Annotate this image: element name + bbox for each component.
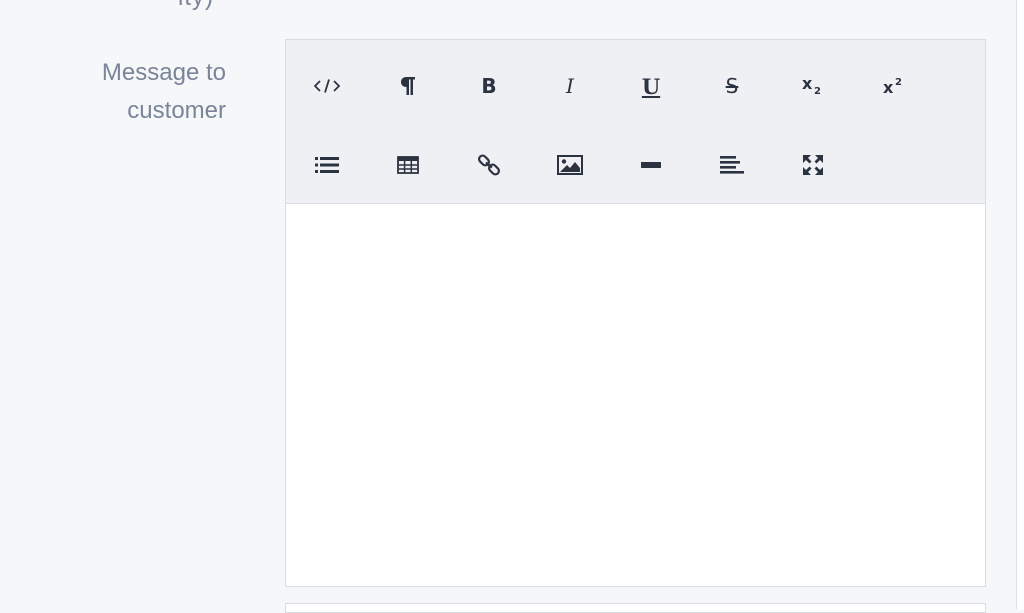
italic-icon: I xyxy=(566,74,574,98)
right-edge-panel xyxy=(1016,0,1024,609)
align-button[interactable] xyxy=(707,143,757,187)
align-left-icon xyxy=(720,156,744,174)
next-field-input[interactable] xyxy=(285,603,986,613)
fullscreen-icon xyxy=(802,154,824,176)
table-icon xyxy=(397,156,419,174)
fullscreen-button[interactable] xyxy=(788,143,838,187)
table-button[interactable] xyxy=(383,143,433,187)
horizontal-rule-icon xyxy=(641,161,661,169)
list-icon xyxy=(315,156,339,174)
image-icon xyxy=(557,155,583,175)
horizontal-rule-button[interactable] xyxy=(626,143,676,187)
link-icon xyxy=(477,153,501,177)
svg-text:2: 2 xyxy=(895,77,902,88)
underline-button[interactable]: U xyxy=(626,64,676,108)
html-code-button[interactable] xyxy=(302,64,352,108)
svg-text:2: 2 xyxy=(814,86,821,96)
superscript-button[interactable]: x 2 xyxy=(869,64,919,108)
label-line-1: Message to xyxy=(101,59,226,86)
bold-icon: B xyxy=(481,74,497,98)
superscript-icon: x 2 xyxy=(882,76,906,96)
strikethrough-icon: S xyxy=(725,74,739,98)
editor-content-area[interactable] xyxy=(286,204,985,586)
subscript-button[interactable]: x 2 xyxy=(788,64,838,108)
image-button[interactable] xyxy=(545,143,595,187)
code-icon xyxy=(314,78,340,94)
strikethrough-button[interactable]: S xyxy=(707,64,757,108)
underline-icon: U xyxy=(641,73,661,99)
link-button[interactable] xyxy=(464,143,514,187)
bold-button[interactable]: B xyxy=(464,64,514,108)
rich-text-editor: B I U S x 2 x 2 xyxy=(285,39,986,587)
previous-field-label: ity) xyxy=(178,0,214,10)
label-line-2: customer xyxy=(127,97,226,124)
message-to-customer-label: Message to customer xyxy=(40,54,226,130)
bulleted-list-button[interactable] xyxy=(302,143,352,187)
pilcrow-icon xyxy=(400,76,416,96)
svg-text:x: x xyxy=(883,78,894,96)
editor-toolbar: B I U S x 2 x 2 xyxy=(286,40,985,204)
subscript-icon: x 2 xyxy=(801,76,825,96)
paragraph-button[interactable] xyxy=(383,64,433,108)
svg-text:x: x xyxy=(802,76,813,93)
italic-button[interactable]: I xyxy=(545,64,595,108)
